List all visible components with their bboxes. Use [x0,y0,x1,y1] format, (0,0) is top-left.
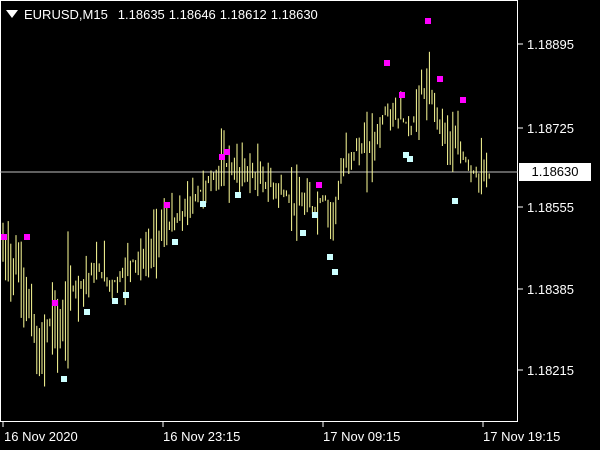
x-tick-label: 16 Nov 23:15 [163,429,240,444]
y-tick-label: 1.18895 [527,37,574,52]
fractal-down-marker [123,292,129,298]
fractal-down-marker [312,212,318,218]
y-tick-label: 1.18555 [527,200,574,215]
fractal-down-marker [200,201,206,207]
chart-window[interactable]: 1.18895 1.18725 1.18555 1.18385 1.18215 … [0,0,600,450]
x-tick-label: 17 Nov 09:15 [323,429,400,444]
fractal-down-marker [235,192,241,198]
candle-series [2,51,490,387]
fractal-up-marker [52,300,58,306]
fractal-down-marker [332,269,338,275]
fractal-up-marker [460,97,466,103]
y-tick-label: 1.18385 [527,282,574,297]
fractal-up-marker [24,234,30,240]
fractal-up-marker [399,92,405,98]
fractal-down-marker [300,230,306,236]
plot-border [0,0,518,422]
fractal-up-marker [224,149,230,155]
fractal-down-marker [84,309,90,315]
symbol-header: EURUSD,M15 1.18635 1.18646 1.18612 1.186… [6,6,322,22]
collapse-triangle-icon[interactable] [6,10,18,18]
fractal-up-marker [1,234,7,240]
price-chart[interactable]: 1.18895 1.18725 1.18555 1.18385 1.18215 … [0,0,600,450]
fractal-markers [1,18,466,382]
ohlc-high: 1.18646 [168,6,216,22]
ohlc-open: 1.18635 [117,6,165,22]
ohlc-close: 1.18630 [270,6,318,22]
fractal-up-marker [437,76,443,82]
x-tick-label: 17 Nov 19:15 [483,429,560,444]
fractal-down-marker [452,198,458,204]
y-axis: 1.18895 1.18725 1.18555 1.18385 1.18215 [518,37,574,378]
current-price-label: 1.18630 [519,163,591,181]
fractal-up-marker [384,60,390,66]
y-tick-label: 1.18725 [527,121,574,136]
fractal-up-marker [316,182,322,188]
fractal-up-marker [164,202,170,208]
y-tick-label: 1.18215 [527,363,574,378]
ohlc-low: 1.18612 [219,6,267,22]
fractal-up-marker [425,18,431,24]
x-axis: 16 Nov 2020 16 Nov 23:15 17 Nov 09:15 17… [2,422,560,444]
fractal-down-marker [327,254,333,260]
symbol-timeframe: EURUSD,M15 [24,6,108,22]
fractal-down-marker [172,239,178,245]
fractal-down-marker [61,376,67,382]
fractal-down-marker [112,298,118,304]
x-tick-label: 16 Nov 2020 [4,429,78,444]
fractal-down-marker [407,156,413,162]
